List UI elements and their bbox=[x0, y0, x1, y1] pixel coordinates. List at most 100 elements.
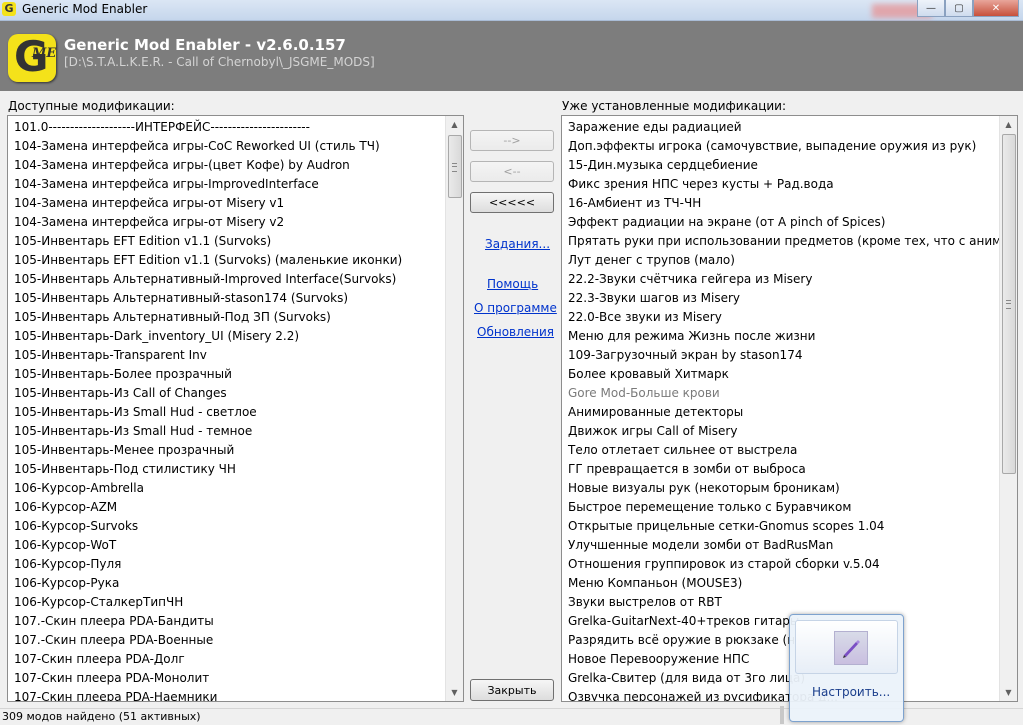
available-mod-item[interactable]: 104-Замена интерфейса игры-от Misery v2 bbox=[8, 213, 446, 232]
available-mod-item[interactable]: 106-Курсор-Ambrella bbox=[8, 479, 446, 498]
available-mod-item[interactable]: 104-Замена интерфейса игры-от Misery v1 bbox=[8, 194, 446, 213]
installed-mod-item[interactable]: Быстрое перемещение только с Буравчиком bbox=[562, 498, 1000, 517]
about-link[interactable]: О программе bbox=[474, 301, 557, 315]
installed-mods-label: Уже установленные модификации: bbox=[562, 99, 786, 113]
available-mod-item[interactable]: 107.-Скин плеера PDA-Бандиты bbox=[8, 612, 446, 631]
available-mod-item[interactable]: 105-Инвентарь-Из Call of Changes bbox=[8, 384, 446, 403]
available-mod-item[interactable]: 104-Замена интерфейса игры-CoC Reworked … bbox=[8, 137, 446, 156]
installed-mod-item[interactable]: Улучшенные модели зомби от BadRusMan bbox=[562, 536, 1000, 555]
scroll-down-arrow-icon[interactable]: ▼ bbox=[1000, 684, 1017, 701]
installed-mod-item[interactable]: 22.2-Звуки счётчика гейгера из Misery bbox=[562, 270, 1000, 289]
installed-mod-item[interactable]: Доп.эффекты игрока (самочувствие, выпаде… bbox=[562, 137, 1000, 156]
title-bar: G Generic Mod Enabler — ▢ ✕ bbox=[0, 0, 1023, 21]
available-mod-item[interactable]: 105-Инвентарь Альтернативный-Под ЗП (Sur… bbox=[8, 308, 446, 327]
mods-path: [D:\S.T.A.L.K.E.R. - Call of Chernobyl\_… bbox=[64, 55, 375, 69]
installed-mod-item[interactable]: Прятать руки при использовании предметов… bbox=[562, 232, 1000, 251]
window-controls: — ▢ ✕ bbox=[917, 0, 1019, 17]
available-mod-item[interactable]: 105-Инвентарь Альтернативный-Improved In… bbox=[8, 270, 446, 289]
available-mod-item[interactable]: 105-Инвентарь-Transparent Inv bbox=[8, 346, 446, 365]
tasks-link[interactable]: Задания... bbox=[485, 237, 550, 251]
installed-mod-item[interactable]: Открытые прицельные сетки-Gnomus scopes … bbox=[562, 517, 1000, 536]
available-mod-item[interactable]: 106-Курсор-Пуля bbox=[8, 555, 446, 574]
installed-mod-item[interactable]: ГГ превращается в зомби от выброса bbox=[562, 460, 1000, 479]
available-mod-item[interactable]: 107-Скин плеера PDA-Монолит bbox=[8, 669, 446, 688]
minimize-button[interactable]: — bbox=[917, 0, 945, 17]
disable-all-button[interactable]: <<<<< bbox=[470, 192, 554, 213]
available-scrollbar[interactable]: ▲ ▼ bbox=[445, 116, 463, 701]
available-mod-item[interactable]: 105-Инвентарь-Более прозрачный bbox=[8, 365, 446, 384]
scroll-thumb[interactable] bbox=[1002, 134, 1016, 474]
scroll-thumb[interactable] bbox=[448, 135, 462, 198]
available-mod-item[interactable]: 105-Инвентарь-Dark_inventory_UI (Misery … bbox=[8, 327, 446, 346]
installed-mod-item[interactable]: Gore Mod-Больше крови bbox=[562, 384, 1000, 403]
configure-link[interactable]: Настроить... bbox=[812, 685, 890, 699]
installed-mod-item[interactable]: Анимированные детекторы bbox=[562, 403, 1000, 422]
available-mod-item[interactable]: 106-Курсор-Рука bbox=[8, 574, 446, 593]
installed-mod-item[interactable]: Более кровавый Хитмарк bbox=[562, 365, 1000, 384]
app-icon: G bbox=[2, 2, 16, 16]
close-window-button[interactable]: ✕ bbox=[973, 0, 1019, 17]
installed-mod-item[interactable]: 22.3-Звуки шагов из Misery bbox=[562, 289, 1000, 308]
available-mod-item[interactable]: 105-Инвентарь-Менее прозрачный bbox=[8, 441, 446, 460]
grip-icon bbox=[452, 162, 457, 172]
grip-icon bbox=[1006, 300, 1011, 309]
available-mod-item[interactable]: 104-Замена интерфейса игры-ImprovedInter… bbox=[8, 175, 446, 194]
available-mod-item[interactable]: 106-Курсор-WoT bbox=[8, 536, 446, 555]
available-mod-item[interactable]: 106-Курсор-Survoks bbox=[8, 517, 446, 536]
installed-mod-item[interactable]: Grelka-Свитер (для вида от 3го лица) bbox=[562, 669, 1000, 688]
installed-mod-item[interactable]: Звуки выстрелов от RBT bbox=[562, 593, 1000, 612]
installed-mod-item[interactable]: Меню Компаньон (MOUSE3) bbox=[562, 574, 1000, 593]
installed-mod-item[interactable]: Разрядить всё оружие в рюкзаке (на U) bbox=[562, 631, 1000, 650]
available-mod-item[interactable]: 106-Курсор-СталкерТипЧН bbox=[8, 593, 446, 612]
installed-mod-item[interactable]: Новое Перевооружение НПС bbox=[562, 650, 1000, 669]
scroll-up-arrow-icon[interactable]: ▲ bbox=[446, 116, 463, 133]
disable-mod-button[interactable]: <-- bbox=[470, 161, 554, 182]
status-text: 309 модов найдено (51 активных) bbox=[2, 710, 201, 723]
installed-mod-item[interactable]: Отношения группировок из старой сборки v… bbox=[562, 555, 1000, 574]
available-mod-item[interactable]: 105-Инвентарь-Из Small Hud - темное bbox=[8, 422, 446, 441]
installed-mod-item[interactable]: Тело отлетает сильнее от выстрела bbox=[562, 441, 1000, 460]
available-items: 101.0--------------------ИНТЕРФЕЙС------… bbox=[8, 118, 446, 701]
available-mod-item[interactable]: 105-Инвентарь Альтернативный-stason174 (… bbox=[8, 289, 446, 308]
logo-sub: ME bbox=[32, 46, 57, 61]
installed-mod-item[interactable]: Озвучка персонажей из русификатора д... bbox=[562, 688, 1000, 701]
available-mod-item[interactable]: 105-Инвентарь-Под стилистику ЧН bbox=[8, 460, 446, 479]
available-mod-item[interactable]: 107-Скин плеера PDA-Долг bbox=[8, 650, 446, 669]
enable-mod-button[interactable]: --> bbox=[470, 130, 554, 151]
available-mod-item[interactable]: 107-Скин плеера PDA-Наемники bbox=[8, 688, 446, 701]
jsgme-logo-icon: G ME bbox=[8, 32, 57, 82]
installed-mod-item[interactable]: 22.0-Все звуки из Misery bbox=[562, 308, 1000, 327]
available-mod-item[interactable]: 105-Инвентарь EFT Edition v1.1 (Survoks)… bbox=[8, 251, 446, 270]
installed-mod-item[interactable]: 109-Загрузочный экран by stason174 bbox=[562, 346, 1000, 365]
scroll-up-arrow-icon[interactable]: ▲ bbox=[1000, 116, 1017, 133]
installed-mod-item[interactable]: Заражение еды радиацией bbox=[562, 118, 1000, 137]
popup-preview bbox=[795, 620, 898, 674]
updates-link[interactable]: Обновления bbox=[477, 325, 554, 339]
available-mod-item[interactable]: 101.0--------------------ИНТЕРФЕЙС------… bbox=[8, 118, 446, 137]
available-mod-item[interactable]: 106-Курсор-AZM bbox=[8, 498, 446, 517]
installed-mod-item[interactable]: Меню для режима Жизнь после жизни bbox=[562, 327, 1000, 346]
available-mods-label: Доступные модификации: bbox=[8, 99, 175, 113]
scroll-down-arrow-icon[interactable]: ▼ bbox=[446, 684, 463, 701]
maximize-button[interactable]: ▢ bbox=[945, 0, 973, 17]
pen-glyph bbox=[843, 640, 860, 658]
tray-popup: Настроить... bbox=[789, 614, 904, 722]
help-link[interactable]: Помощь bbox=[487, 277, 538, 291]
pen-icon[interactable] bbox=[834, 631, 868, 665]
installed-mod-item[interactable]: 16-Амбиент из ТЧ-ЧН bbox=[562, 194, 1000, 213]
available-mod-item[interactable]: 107.-Скин плеера PDA-Военные bbox=[8, 631, 446, 650]
available-mod-item[interactable]: 105-Инвентарь-Из Small Hud - светлое bbox=[8, 403, 446, 422]
installed-mod-item[interactable]: Grelka-GuitarNext-40+треков гитары bbox=[562, 612, 1000, 631]
installed-mod-item[interactable]: Лут денег с трупов (мало) bbox=[562, 251, 1000, 270]
installed-mod-item[interactable]: 15-Дин.музыка сердцебиение bbox=[562, 156, 1000, 175]
installed-mod-item[interactable]: Фикс зрения НПС через кусты + Рад.вода bbox=[562, 175, 1000, 194]
available-mod-item[interactable]: 105-Инвентарь EFT Edition v1.1 (Survoks) bbox=[8, 232, 446, 251]
available-mods-list[interactable]: 101.0--------------------ИНТЕРФЕЙС------… bbox=[7, 115, 464, 702]
available-mod-item[interactable]: 104-Замена интерфейса игры-(цвет Кофе) b… bbox=[8, 156, 446, 175]
close-button[interactable]: Закрыть bbox=[470, 679, 554, 701]
installed-mod-item[interactable]: Движок игры Call of Misery bbox=[562, 422, 1000, 441]
popup-shadow bbox=[780, 706, 784, 724]
installed-scrollbar[interactable]: ▲ ▼ bbox=[999, 116, 1017, 701]
installed-mod-item[interactable]: Новые визуалы рук (некоторым броникам) bbox=[562, 479, 1000, 498]
installed-mod-item[interactable]: Эффект радиации на экране (от A pinch of… bbox=[562, 213, 1000, 232]
